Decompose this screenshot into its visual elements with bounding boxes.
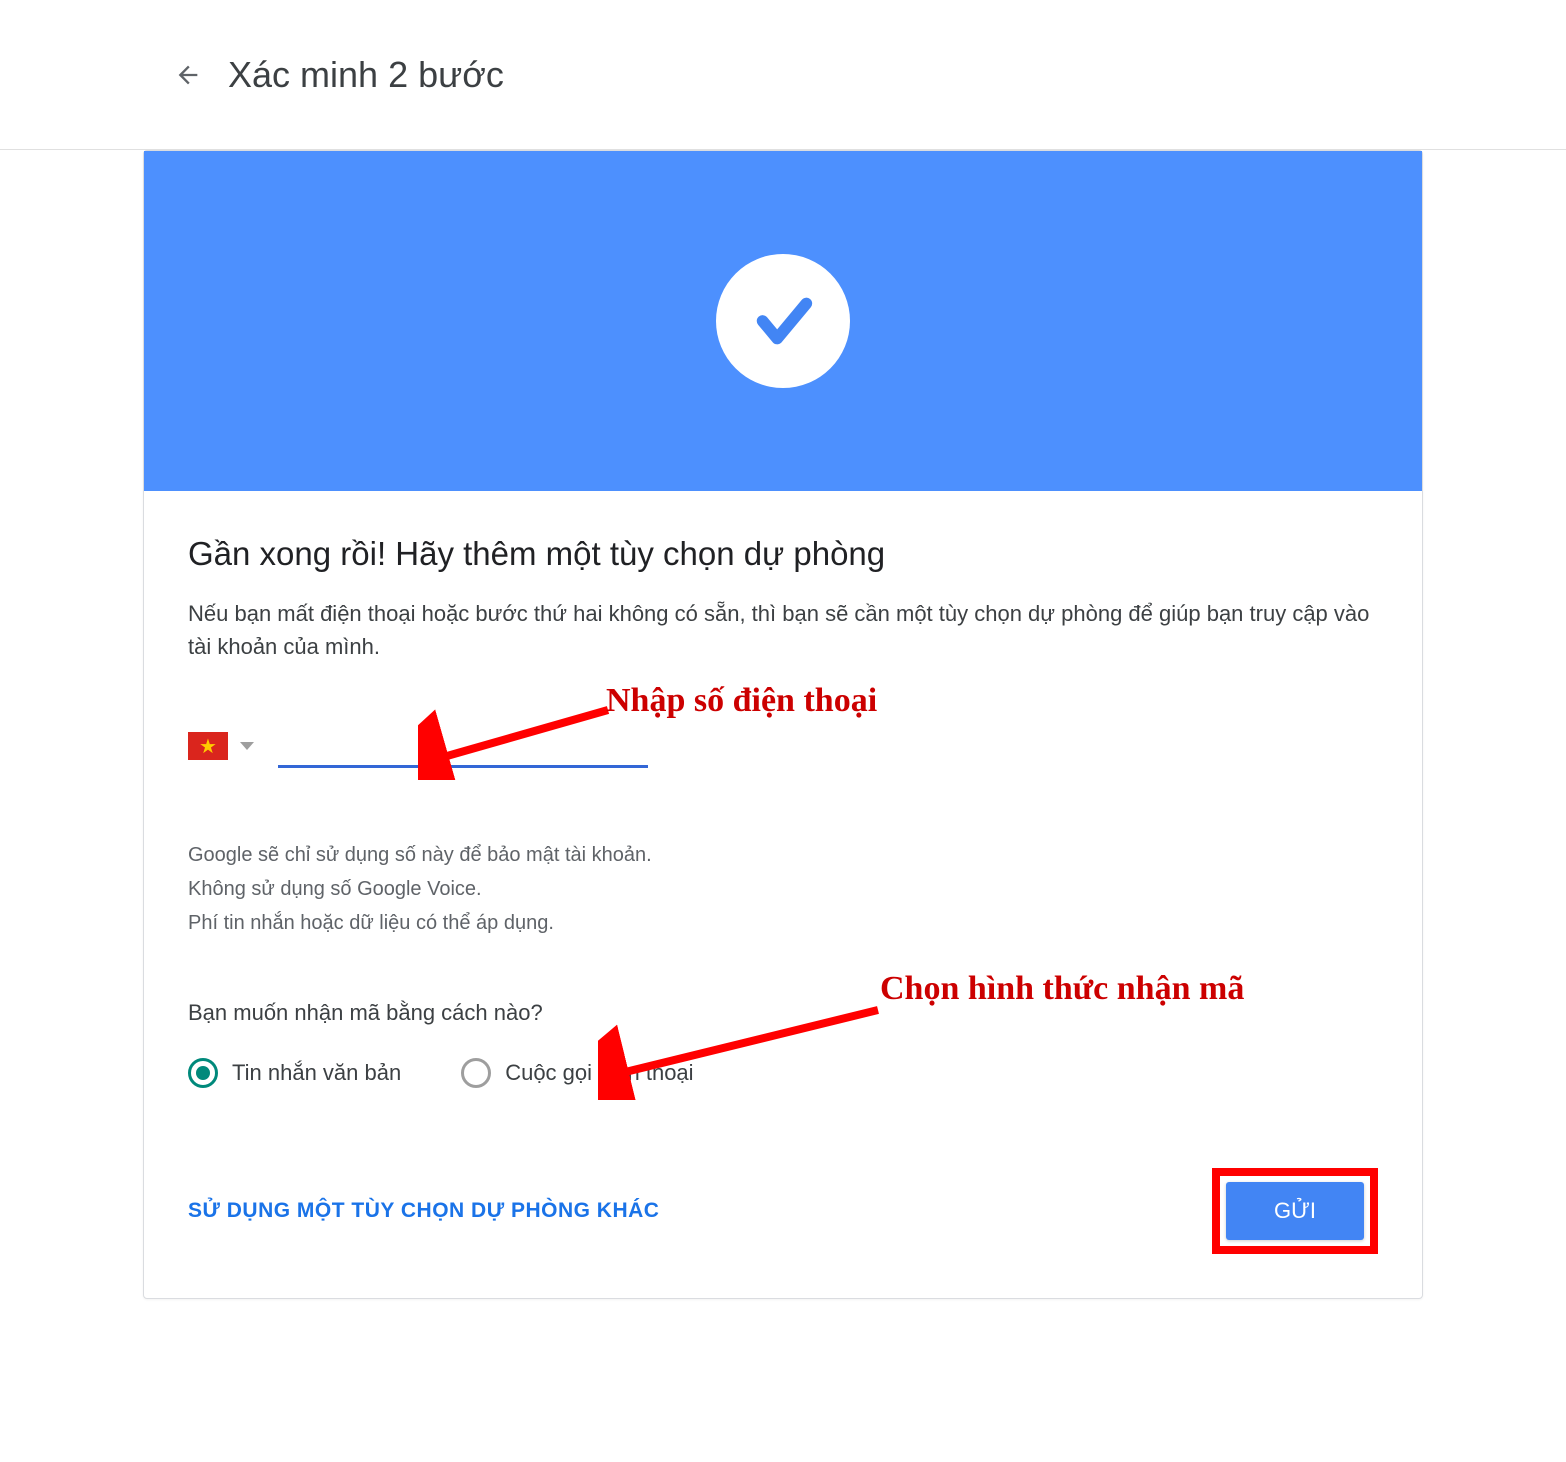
- radio-option-sms[interactable]: Tin nhắn văn bản: [188, 1058, 401, 1088]
- send-button[interactable]: GỬI: [1226, 1182, 1364, 1240]
- radio-option-call[interactable]: Cuộc gọi điện thoại: [461, 1058, 693, 1088]
- note-line-1: Google sẽ chỉ sử dụng số này để bảo mật …: [188, 838, 1378, 872]
- check-icon: [748, 286, 818, 356]
- radio-icon-selected: [188, 1058, 218, 1088]
- send-button-highlight: GỬI: [1212, 1168, 1378, 1254]
- chevron-down-icon: [240, 742, 254, 750]
- delivery-method-question: Bạn muốn nhận mã bằng cách nào?: [188, 1000, 1378, 1026]
- radio-label-call: Cuộc gọi điện thoại: [505, 1060, 693, 1086]
- phone-notes: Google sẽ chỉ sử dụng số này để bảo mật …: [188, 838, 1378, 940]
- description-text: Nếu bạn mất điện thoại hoặc bước thứ hai…: [188, 597, 1378, 663]
- hero-banner: [144, 151, 1422, 491]
- hero-circle: [716, 254, 850, 388]
- radio-icon-unselected: [461, 1058, 491, 1088]
- back-button[interactable]: [172, 59, 204, 91]
- page-header: Xác minh 2 bước: [0, 0, 1566, 150]
- phone-input-row: ★: [188, 723, 1378, 768]
- radio-group: Tin nhắn văn bản Cuộc gọi điện thoại: [188, 1058, 1378, 1088]
- country-picker[interactable]: ★: [188, 732, 254, 768]
- card-content: Gần xong rồi! Hãy thêm một tùy chọn dự p…: [144, 491, 1422, 1298]
- note-line-2: Không sử dụng số Google Voice.: [188, 872, 1378, 906]
- flag-vietnam-icon: ★: [188, 732, 228, 760]
- radio-label-sms: Tin nhắn văn bản: [232, 1060, 401, 1086]
- main-card: Gần xong rồi! Hãy thêm một tùy chọn dự p…: [143, 150, 1423, 1299]
- page-title: Xác minh 2 bước: [228, 54, 504, 96]
- phone-number-input[interactable]: [278, 723, 648, 768]
- use-other-backup-link[interactable]: SỬ DỤNG MỘT TÙY CHỌN DỰ PHÒNG KHÁC: [188, 1199, 659, 1223]
- action-row: SỬ DỤNG MỘT TÙY CHỌN DỰ PHÒNG KHÁC GỬI: [188, 1168, 1378, 1254]
- main-heading: Gần xong rồi! Hãy thêm một tùy chọn dự p…: [188, 535, 1378, 573]
- note-line-3: Phí tin nhắn hoặc dữ liệu có thể áp dụng…: [188, 906, 1378, 940]
- arrow-left-icon: [174, 61, 202, 89]
